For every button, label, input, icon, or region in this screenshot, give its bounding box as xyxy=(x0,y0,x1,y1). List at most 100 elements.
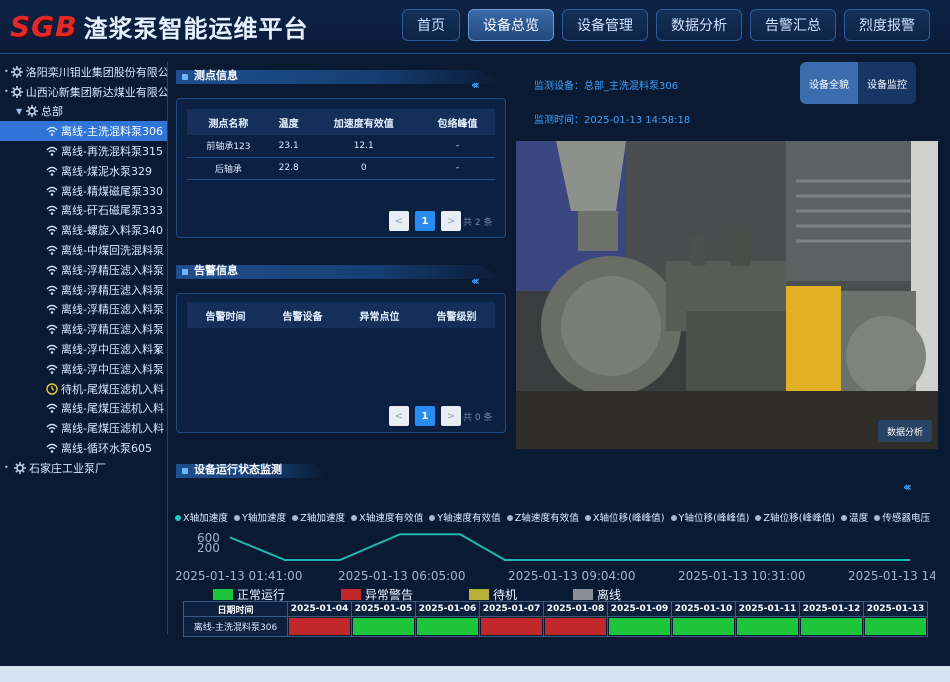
device-name-cell: 离线-主洗混料泵306 xyxy=(183,616,288,637)
tree-item[interactable]: 离线-尾煤压滤机入料 xyxy=(0,418,167,438)
prev-page-button[interactable]: < xyxy=(389,211,409,231)
wifi-icon xyxy=(46,264,58,276)
x-tick-label: 2025-01-13 06:05:00 xyxy=(338,569,465,583)
date-column-header: 2025-01-12 xyxy=(799,601,864,617)
tree-item-label: 离线-中煤回洗混料泵 xyxy=(61,244,164,258)
tree-item[interactable]: 离线-尾煤压滤机入料 xyxy=(0,399,167,419)
gear-icon xyxy=(14,461,26,474)
wifi-icon xyxy=(46,442,58,454)
column-header: 温度 xyxy=(269,109,308,135)
tree-toggle-icon[interactable]: • xyxy=(4,67,9,76)
tree-item[interactable]: 离线-煤泥水泵329 xyxy=(0,161,167,181)
next-page-button[interactable]: > xyxy=(441,211,461,231)
status-cell[interactable] xyxy=(863,616,928,637)
tree-item[interactable]: 离线-浮精压滤入料泵 xyxy=(0,260,167,280)
tree-item[interactable]: 待机-尾煤压滤机入料 xyxy=(0,379,167,399)
nav-tab-5[interactable]: 烈度报警 xyxy=(844,9,930,41)
tree-item-label: 离线-矸石磁尾泵333 xyxy=(61,204,163,218)
date-column-header: 2025-01-07 xyxy=(479,601,544,617)
tree-item[interactable]: • 山西沁新集团新达煤业有限公司 xyxy=(0,82,167,102)
legend-label: X轴位移(峰峰值) xyxy=(592,513,665,524)
legend-item[interactable]: Y轴位移(峰峰值) xyxy=(670,510,750,524)
tree-toggle-icon[interactable]: • xyxy=(4,87,9,96)
legend-item[interactable]: Y轴速度有效值 xyxy=(429,510,501,524)
status-cell[interactable] xyxy=(607,616,672,637)
status-swatch xyxy=(341,589,362,600)
tree-item[interactable]: ▼ 总部 xyxy=(0,102,167,122)
total-count: 共 0 条 xyxy=(463,412,493,423)
date-column-header: 2025-01-08 xyxy=(543,601,608,617)
legend-item[interactable]: Z轴位移(峰峰值) xyxy=(755,510,835,524)
gear-icon xyxy=(10,65,23,78)
table-row[interactable]: 后轴承 22.8 0- xyxy=(187,157,495,180)
tree-item[interactable]: 离线-循环水泵605 xyxy=(0,438,167,458)
status-cell[interactable] xyxy=(543,616,608,637)
legend-item[interactable]: X轴加速度 xyxy=(175,510,228,524)
legend-item[interactable]: X轴位移(峰峰值) xyxy=(584,510,665,524)
tree-item[interactable]: 离线-浮精压滤入料泵 xyxy=(0,300,167,320)
tab-device-monitor[interactable]: 设备监控 xyxy=(858,62,916,104)
legend-item[interactable]: 传感器电压 xyxy=(874,510,930,524)
date-column-header: 2025-01-04 xyxy=(287,601,352,617)
status-swatch xyxy=(469,589,490,600)
tree-item[interactable]: 离线-浮精压滤入料泵 xyxy=(0,280,167,300)
legend-item[interactable]: X轴速度有效值 xyxy=(351,510,423,524)
tree-item-label: 离线-精煤磁尾泵330 xyxy=(61,184,163,198)
legend-dot-icon xyxy=(506,515,513,521)
status-cell[interactable] xyxy=(351,616,416,637)
tree-item[interactable]: 离线-浮中压滤入料泵 xyxy=(0,359,167,379)
tree-item[interactable]: 离线-再洗混料泵315 xyxy=(0,141,167,161)
collapse-arrows-icon[interactable]: ‹‹‹ xyxy=(903,480,912,494)
status-cell[interactable] xyxy=(735,616,800,637)
status-cell[interactable] xyxy=(799,616,864,637)
tree-item[interactable]: 离线-浮精压滤入料泵 xyxy=(0,319,167,339)
legend-item[interactable]: Z轴速度有效值 xyxy=(506,510,579,524)
tree-item[interactable]: 离线-主洗混料泵306 xyxy=(0,121,167,142)
page-1-button[interactable]: 1 xyxy=(415,211,435,231)
tree-item[interactable]: 离线-中煤回洗混料泵 xyxy=(0,240,167,260)
tree-item[interactable]: • 洛阳栾川钼业集团股份有限公司 xyxy=(0,62,167,82)
tab-device-overview[interactable]: 设备全貌 xyxy=(800,62,858,104)
legend-item[interactable]: Y轴加速度 xyxy=(233,510,286,524)
nav-tab-1[interactable]: 设备总览 xyxy=(468,9,554,41)
nav-tab-2[interactable]: 设备管理 xyxy=(562,9,648,41)
status-cell[interactable] xyxy=(479,616,544,637)
tree-toggle-icon[interactable]: ▼ xyxy=(16,107,24,116)
collapse-arrows-icon[interactable]: ‹‹‹ xyxy=(471,274,480,288)
nav-tab-0[interactable]: 首页 xyxy=(402,9,460,41)
data-analysis-button[interactable]: 数据分析 xyxy=(878,420,932,442)
table-row[interactable]: 前轴承123 23.1 12.1- xyxy=(187,135,495,158)
device-photo xyxy=(516,141,938,449)
status-cell[interactable] xyxy=(415,616,480,637)
table-cell: 22.8 xyxy=(269,157,308,180)
logo: SGB 渣浆泵智能运维平台 xyxy=(10,10,309,43)
status-cell[interactable] xyxy=(671,616,736,637)
status-table: 日期时间 2025-01-04 2025-01-05 2025-01-06 2025-0… xyxy=(183,601,928,637)
next-page-button[interactable]: > xyxy=(441,406,461,426)
y-tick-label: 200 xyxy=(197,541,220,555)
tree-toggle-icon[interactable]: • xyxy=(4,463,12,472)
alarm-pager: < 1 > 共 0 条 xyxy=(389,406,492,426)
prev-page-button[interactable]: < xyxy=(389,406,409,426)
legend-label: Y轴位移(峰峰值) xyxy=(678,513,750,524)
gear-icon xyxy=(10,85,23,98)
tree-item[interactable]: 离线-浮中压滤入料泵 xyxy=(0,339,167,359)
legend-dot-icon xyxy=(584,515,591,521)
legend-item[interactable]: 温度 xyxy=(841,510,868,524)
nav-tab-3[interactable]: 数据分析 xyxy=(656,9,742,41)
legend-dot-icon xyxy=(841,515,848,521)
wifi-icon xyxy=(46,185,58,197)
page-1-button[interactable]: 1 xyxy=(415,406,435,426)
tree-item[interactable]: 离线-螺旋入料泵340 xyxy=(0,220,167,240)
nav-tab-4[interactable]: 告警汇总 xyxy=(750,9,836,41)
wifi-icon xyxy=(46,244,58,256)
tree-item-label: 洛阳栾川钼业集团股份有限公司 xyxy=(25,65,167,79)
tree-item[interactable]: 离线-矸石磁尾泵333 xyxy=(0,201,167,221)
alarm-table: 告警时间 告警设备 异常点位 告警级别 xyxy=(187,302,495,328)
tree-item[interactable]: • 石家庄工业泵厂 xyxy=(0,458,167,478)
collapse-tree-chevron-icon[interactable]: ‹ xyxy=(152,340,164,360)
status-cell[interactable] xyxy=(287,616,352,637)
legend-item[interactable]: Z轴加速度 xyxy=(292,510,345,524)
tree-item[interactable]: 离线-精煤磁尾泵330 xyxy=(0,181,167,201)
collapse-arrows-icon[interactable]: ‹‹‹ xyxy=(471,78,480,92)
